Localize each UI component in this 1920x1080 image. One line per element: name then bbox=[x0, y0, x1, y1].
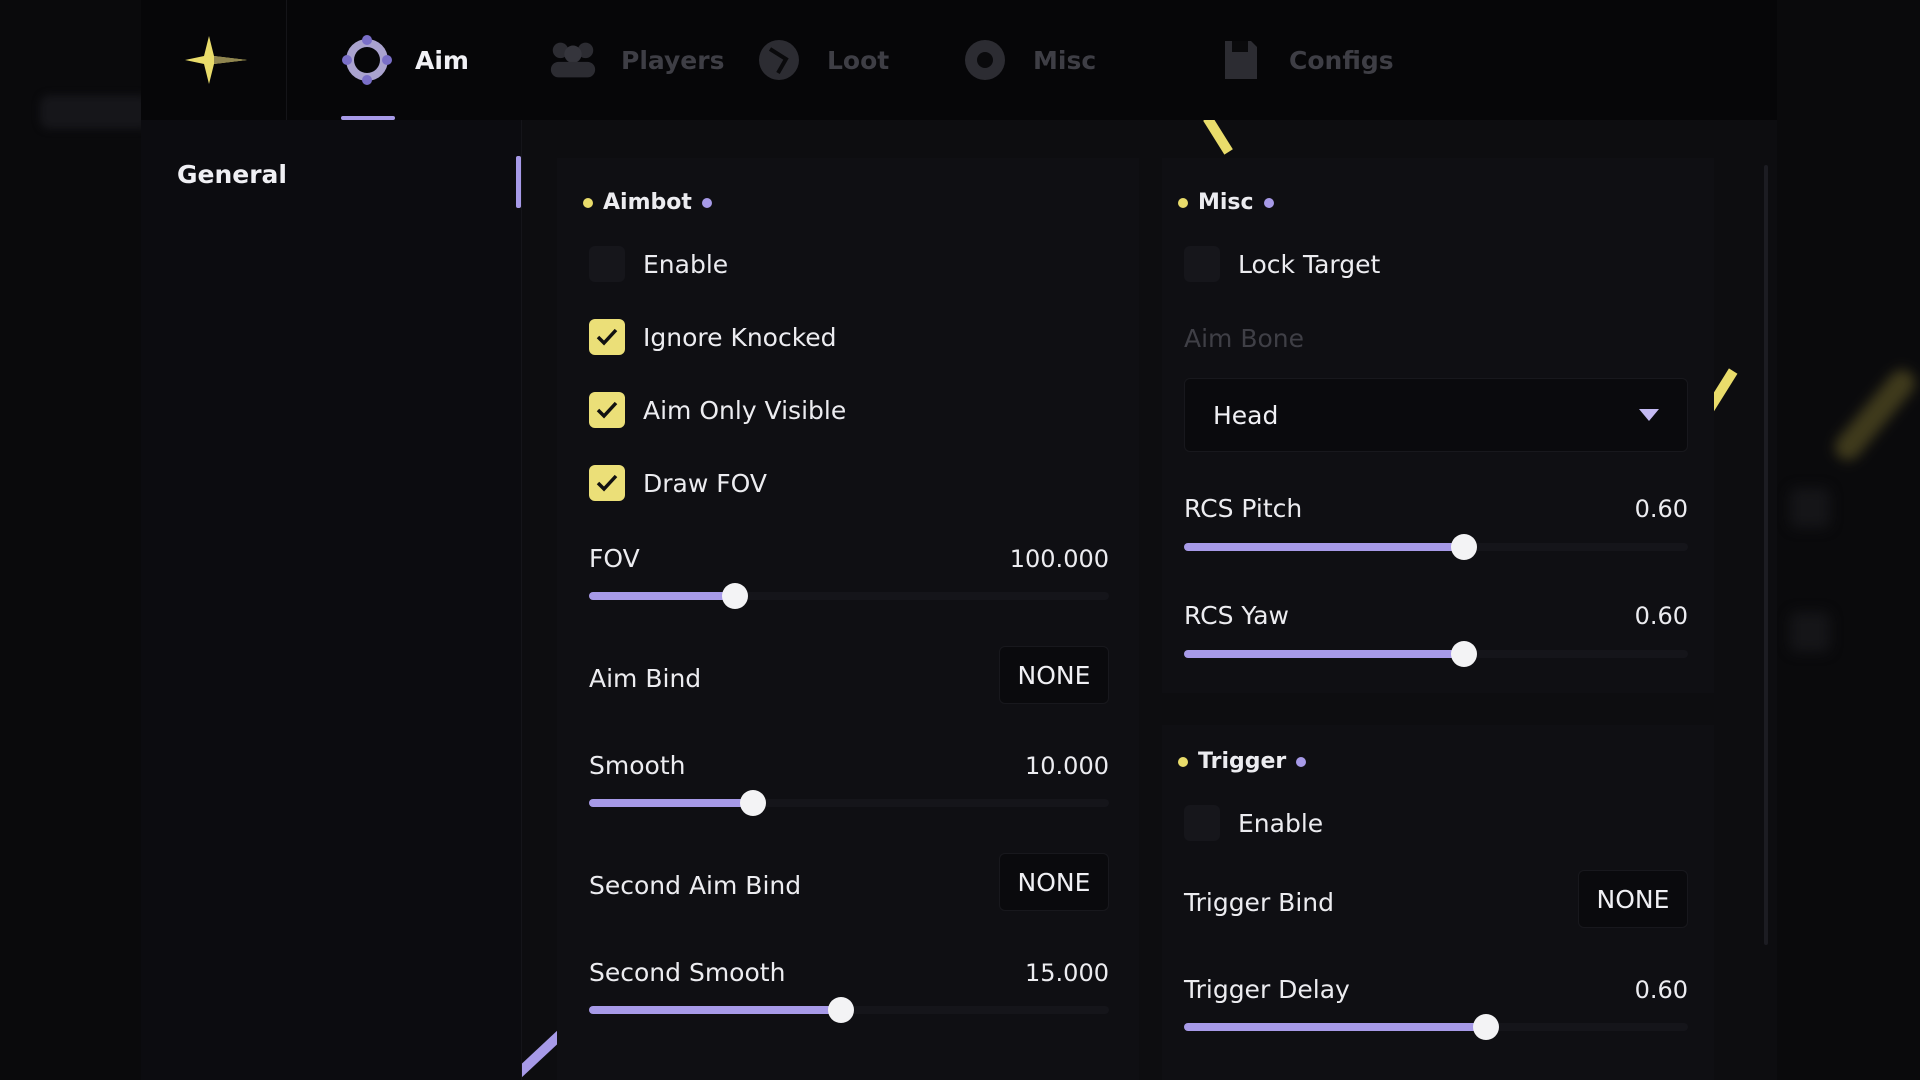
trigger-delay-slider[interactable] bbox=[1184, 1014, 1688, 1040]
main-content: Aimbot Enable Ignore Knocked Aim Only Vi… bbox=[522, 120, 1777, 1080]
rcs-pitch-slider[interactable] bbox=[1184, 534, 1688, 560]
players-icon bbox=[547, 34, 599, 86]
chevron-down-icon bbox=[1639, 409, 1659, 421]
trigger-delay-value: 0.60 bbox=[1634, 976, 1688, 1004]
checkbox-checked[interactable] bbox=[589, 465, 625, 501]
sidebar-item-general[interactable]: General bbox=[177, 160, 287, 189]
aim-bone-label: Aim Bone bbox=[1184, 324, 1305, 353]
tab-loot[interactable]: Loot bbox=[753, 0, 889, 120]
aimbot-section-title: Aimbot bbox=[583, 190, 712, 215]
yellow-dot-icon bbox=[583, 197, 593, 208]
slider-handle[interactable] bbox=[739, 790, 766, 816]
trigger-delay-label: Trigger Delay bbox=[1184, 975, 1350, 1004]
rcs-yaw-value: 0.60 bbox=[1634, 602, 1688, 630]
logo-area bbox=[141, 0, 287, 120]
checkbox-unchecked[interactable] bbox=[589, 246, 625, 282]
slider-handle[interactable] bbox=[721, 583, 748, 609]
sidebar-active-marker bbox=[516, 156, 521, 208]
slider-handle[interactable] bbox=[1450, 641, 1477, 667]
purple-dot-icon bbox=[701, 197, 712, 208]
checkbox-checked[interactable] bbox=[589, 319, 625, 355]
sidebar: General bbox=[141, 120, 522, 1080]
scrollbar[interactable] bbox=[1764, 165, 1768, 945]
tab-label: Loot bbox=[827, 45, 890, 75]
smooth-slider[interactable] bbox=[589, 790, 1109, 816]
aim-bone-selected: Head bbox=[1213, 400, 1279, 430]
rcs-pitch-label: RCS Pitch bbox=[1184, 494, 1303, 523]
trigger-enable-checkbox[interactable]: Enable bbox=[1184, 805, 1323, 841]
star-logo-icon bbox=[185, 36, 247, 84]
trigger-section-title: Trigger bbox=[1178, 749, 1307, 774]
save-icon bbox=[1215, 34, 1267, 86]
smooth-label: Smooth bbox=[589, 751, 686, 780]
aim-bind-label: Aim Bind bbox=[589, 664, 702, 693]
checkmark-icon bbox=[596, 474, 618, 492]
rcs-pitch-value: 0.60 bbox=[1634, 495, 1688, 523]
smooth-value: 10.000 bbox=[1025, 752, 1109, 780]
second-smooth-slider[interactable] bbox=[589, 997, 1109, 1023]
cheat-menu-window: Aim Players Loot Misc Configs General Ai… bbox=[141, 0, 1777, 1080]
yellow-dot-icon bbox=[1178, 197, 1188, 208]
lock-target-checkbox[interactable]: Lock Target bbox=[1184, 246, 1380, 282]
checkbox-checked[interactable] bbox=[589, 392, 625, 428]
aim-only-visible-checkbox[interactable]: Aim Only Visible bbox=[589, 392, 846, 428]
fov-value: 100.000 bbox=[1009, 545, 1109, 573]
slider-handle[interactable] bbox=[1473, 1014, 1500, 1040]
rcs-yaw-slider[interactable] bbox=[1184, 641, 1688, 667]
gear-icon bbox=[959, 34, 1011, 86]
draw-fov-checkbox[interactable]: Draw FOV bbox=[589, 465, 767, 501]
tab-label: Players bbox=[621, 45, 725, 75]
tab-misc[interactable]: Misc bbox=[959, 0, 1096, 120]
loot-icon bbox=[753, 34, 805, 86]
rcs-yaw-label: RCS Yaw bbox=[1184, 601, 1289, 630]
fov-label: FOV bbox=[589, 544, 640, 573]
slider-handle[interactable] bbox=[828, 997, 855, 1023]
checkmark-icon bbox=[596, 328, 618, 346]
purple-dot-icon bbox=[1263, 197, 1274, 208]
second-smooth-value: 15.000 bbox=[1025, 959, 1109, 987]
misc-panel: Misc Lock Target Aim Bone Head RCS Pitch… bbox=[1162, 158, 1714, 693]
slider-handle[interactable] bbox=[1450, 534, 1477, 560]
ignore-knocked-checkbox[interactable]: Ignore Knocked bbox=[589, 319, 837, 355]
tab-label: Misc bbox=[1033, 45, 1097, 75]
background-streak bbox=[1829, 364, 1920, 466]
tab-label: Configs bbox=[1289, 45, 1394, 75]
trigger-bind-button[interactable]: NONE bbox=[1578, 870, 1688, 928]
second-smooth-label: Second Smooth bbox=[589, 958, 786, 987]
trigger-panel: Trigger Enable Trigger Bind NONE Trigger… bbox=[1162, 725, 1714, 1080]
trigger-bind-label: Trigger Bind bbox=[1184, 888, 1334, 917]
aimbot-panel: Aimbot Enable Ignore Knocked Aim Only Vi… bbox=[557, 158, 1139, 1080]
tab-aim[interactable]: Aim bbox=[341, 0, 469, 120]
purple-dot-icon bbox=[1296, 756, 1307, 767]
aim-bind-button[interactable]: NONE bbox=[999, 646, 1109, 704]
yellow-dot-icon bbox=[1178, 756, 1188, 767]
fov-slider[interactable] bbox=[589, 583, 1109, 609]
enable-checkbox[interactable]: Enable bbox=[589, 246, 728, 282]
checkbox-unchecked[interactable] bbox=[1184, 246, 1220, 282]
background-blur bbox=[1790, 488, 1830, 528]
tab-configs[interactable]: Configs bbox=[1215, 0, 1394, 120]
tab-label: Aim bbox=[415, 45, 469, 75]
crosshair-icon bbox=[341, 34, 393, 86]
background-blur bbox=[1790, 612, 1830, 652]
second-aim-bind-button[interactable]: NONE bbox=[999, 853, 1109, 911]
second-aim-bind-label: Second Aim Bind bbox=[589, 871, 802, 900]
aim-bone-dropdown[interactable]: Head bbox=[1184, 378, 1688, 452]
tab-players[interactable]: Players bbox=[547, 0, 724, 120]
misc-section-title: Misc bbox=[1178, 190, 1274, 215]
decorative-line bbox=[1203, 120, 1233, 155]
top-navigation-bar: Aim Players Loot Misc Configs bbox=[141, 0, 1777, 120]
checkbox-unchecked[interactable] bbox=[1184, 805, 1220, 841]
background-blur bbox=[40, 95, 150, 129]
checkmark-icon bbox=[596, 401, 618, 419]
